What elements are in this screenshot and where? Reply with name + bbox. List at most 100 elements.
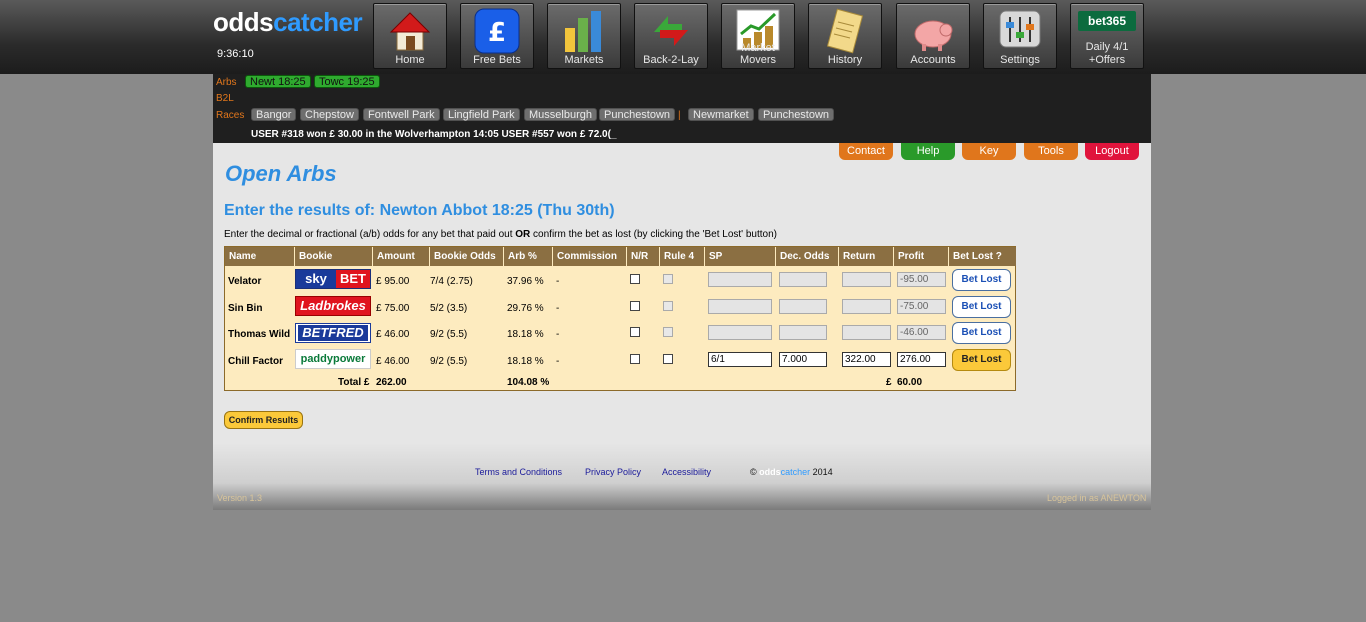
copyright-year: 2014 bbox=[810, 467, 833, 477]
instructions-or: OR bbox=[515, 229, 531, 240]
nav-bet365-offers-button[interactable]: bet365 Daily 4/1 +Offers bbox=[1070, 3, 1144, 69]
nav-home-button[interactable]: Home bbox=[373, 3, 447, 69]
nav-markets-button[interactable]: Markets bbox=[547, 3, 621, 69]
tools-button[interactable]: Tools bbox=[1024, 143, 1078, 160]
nr-checkbox[interactable] bbox=[630, 354, 640, 364]
return-input[interactable] bbox=[842, 299, 891, 314]
nav-bet365-label1: Daily 4/1 bbox=[1085, 41, 1129, 53]
bet-lost-button[interactable]: Bet Lost bbox=[952, 349, 1011, 371]
bet365-brand: bet365 bbox=[1087, 14, 1127, 28]
rule4-checkbox bbox=[663, 327, 673, 337]
race-separator: | bbox=[678, 110, 681, 121]
nav-history-button[interactable]: History bbox=[808, 3, 882, 69]
skybet-logo: sky BET bbox=[295, 269, 371, 289]
row-bookie-odds: 9/2 (5.5) bbox=[430, 356, 468, 367]
dec-odds-input[interactable] bbox=[779, 299, 827, 314]
dec-odds-input[interactable] bbox=[779, 325, 827, 340]
profit-input[interactable]: -75.00 bbox=[897, 299, 946, 314]
terms-link[interactable]: Terms and Conditions bbox=[475, 467, 562, 477]
nr-checkbox[interactable] bbox=[630, 301, 640, 311]
top-header: oddscatcher 9:36:10 Home £ Free Bets Mar… bbox=[0, 0, 1366, 74]
svg-text:£: £ bbox=[488, 18, 506, 48]
sp-input[interactable] bbox=[708, 325, 772, 340]
nav-settings-button[interactable]: Settings bbox=[983, 3, 1057, 69]
total-profit: 60.00 bbox=[897, 377, 923, 388]
rule4-checkbox bbox=[663, 301, 673, 311]
winnings-ticker: USER #318 won £ 30.00 in the Wolverhampt… bbox=[251, 129, 617, 140]
site-logo[interactable]: oddscatcher bbox=[213, 7, 363, 38]
nav-back2lay-button[interactable]: Back-2-Lay bbox=[634, 3, 708, 69]
race-pill[interactable]: Newmarket bbox=[688, 108, 754, 121]
copyright-brand-odds: odds bbox=[759, 467, 781, 477]
copyright-symbol: © bbox=[750, 467, 760, 477]
dec-odds-input[interactable]: 7.000 bbox=[779, 352, 827, 367]
col-header-amount: Amount bbox=[373, 247, 430, 266]
main-panel: Contact Help Key Tools Logout Open Arbs … bbox=[213, 143, 1151, 510]
row-amount: £ 95.00 bbox=[376, 276, 410, 287]
bet365-logo: bet365 bbox=[1078, 11, 1136, 31]
race-pill[interactable]: Punchestown bbox=[758, 108, 835, 121]
row-commission: - bbox=[556, 356, 560, 367]
row-amount: £ 46.00 bbox=[376, 356, 410, 367]
bet-lost-button[interactable]: Bet Lost bbox=[952, 269, 1011, 291]
nav-home-label: Home bbox=[395, 54, 425, 66]
profit-input[interactable]: 276.00 bbox=[897, 352, 946, 367]
betfred-logo: BETFRED bbox=[295, 323, 371, 343]
nav-bet365-label2: +Offers bbox=[1088, 54, 1126, 66]
arb-pill[interactable]: Newt 18:25 bbox=[245, 75, 311, 88]
rule4-checkbox bbox=[663, 274, 673, 284]
race-pill[interactable]: Musselburgh bbox=[524, 108, 597, 121]
return-input[interactable]: 322.00 bbox=[842, 352, 891, 367]
rule4-checkbox[interactable] bbox=[663, 354, 673, 364]
arb-pill[interactable]: Towc 19:25 bbox=[314, 75, 380, 88]
arbs-table: Name Bookie Amount Bookie Odds Arb % Com… bbox=[224, 246, 1016, 391]
nav-markets-label: Markets bbox=[564, 54, 604, 66]
sp-input[interactable]: 6/1 bbox=[708, 352, 772, 367]
return-input[interactable] bbox=[842, 272, 891, 287]
nav-market-movers-button[interactable]: Market Movers bbox=[721, 3, 795, 69]
race-pill[interactable]: Fontwell Park bbox=[363, 108, 440, 121]
row-name: Chill Factor bbox=[228, 356, 284, 367]
race-pill[interactable]: Chepstow bbox=[300, 108, 359, 121]
row-name: Thomas Wild bbox=[228, 329, 291, 340]
key-button[interactable]: Key bbox=[962, 143, 1016, 160]
page-title: Open Arbs bbox=[225, 161, 337, 186]
confirm-results-button[interactable]: Confirm Results bbox=[224, 411, 303, 429]
row-amount: £ 75.00 bbox=[376, 303, 410, 314]
piggy-bank-icon bbox=[914, 20, 953, 51]
race-pill[interactable]: Lingfield Park bbox=[443, 108, 520, 121]
help-button[interactable]: Help bbox=[901, 143, 955, 160]
row-name: Velator bbox=[228, 276, 262, 287]
col-header-return: Return bbox=[839, 247, 894, 266]
logout-button[interactable]: Logout bbox=[1085, 143, 1139, 160]
instructions: Enter the decimal or fractional (a/b) od… bbox=[224, 229, 777, 240]
privacy-link[interactable]: Privacy Policy bbox=[585, 467, 641, 477]
sp-input[interactable] bbox=[708, 272, 772, 287]
col-header-commission: Commission bbox=[553, 247, 627, 266]
house-icon bbox=[389, 12, 431, 51]
nr-checkbox[interactable] bbox=[630, 327, 640, 337]
race-pill[interactable]: Punchestown bbox=[599, 108, 676, 121]
bet-lost-button[interactable]: Bet Lost bbox=[952, 322, 1011, 344]
nav-accounts-label: Accounts bbox=[910, 54, 956, 66]
return-input[interactable] bbox=[842, 325, 891, 340]
contact-button[interactable]: Contact bbox=[839, 143, 893, 160]
scroll-icon bbox=[826, 8, 864, 54]
instructions-post: confirm the bet as lost (by clicking the… bbox=[530, 229, 777, 240]
nr-checkbox[interactable] bbox=[630, 274, 640, 284]
col-header-bookie: Bookie bbox=[295, 247, 373, 266]
race-subtitle: Enter the results of: Newton Abbot 18:25… bbox=[224, 202, 615, 219]
col-header-dec-odds: Dec. Odds bbox=[776, 247, 839, 266]
ladbrokes-logo-text: Ladbrokes bbox=[300, 298, 366, 313]
accessibility-link[interactable]: Accessibility bbox=[662, 467, 711, 477]
nav-accounts-button[interactable]: Accounts bbox=[896, 3, 970, 69]
dec-odds-input[interactable] bbox=[779, 272, 827, 287]
bet-lost-button[interactable]: Bet Lost bbox=[952, 296, 1011, 318]
col-header-sp: SP bbox=[705, 247, 776, 266]
profit-input[interactable]: -46.00 bbox=[897, 325, 946, 340]
col-header-arb: Arb % bbox=[504, 247, 553, 266]
profit-input[interactable]: -95.00 bbox=[897, 272, 946, 287]
nav-free-bets-button[interactable]: £ Free Bets bbox=[460, 3, 534, 69]
race-pill[interactable]: Bangor bbox=[251, 108, 297, 121]
sp-input[interactable] bbox=[708, 299, 772, 314]
